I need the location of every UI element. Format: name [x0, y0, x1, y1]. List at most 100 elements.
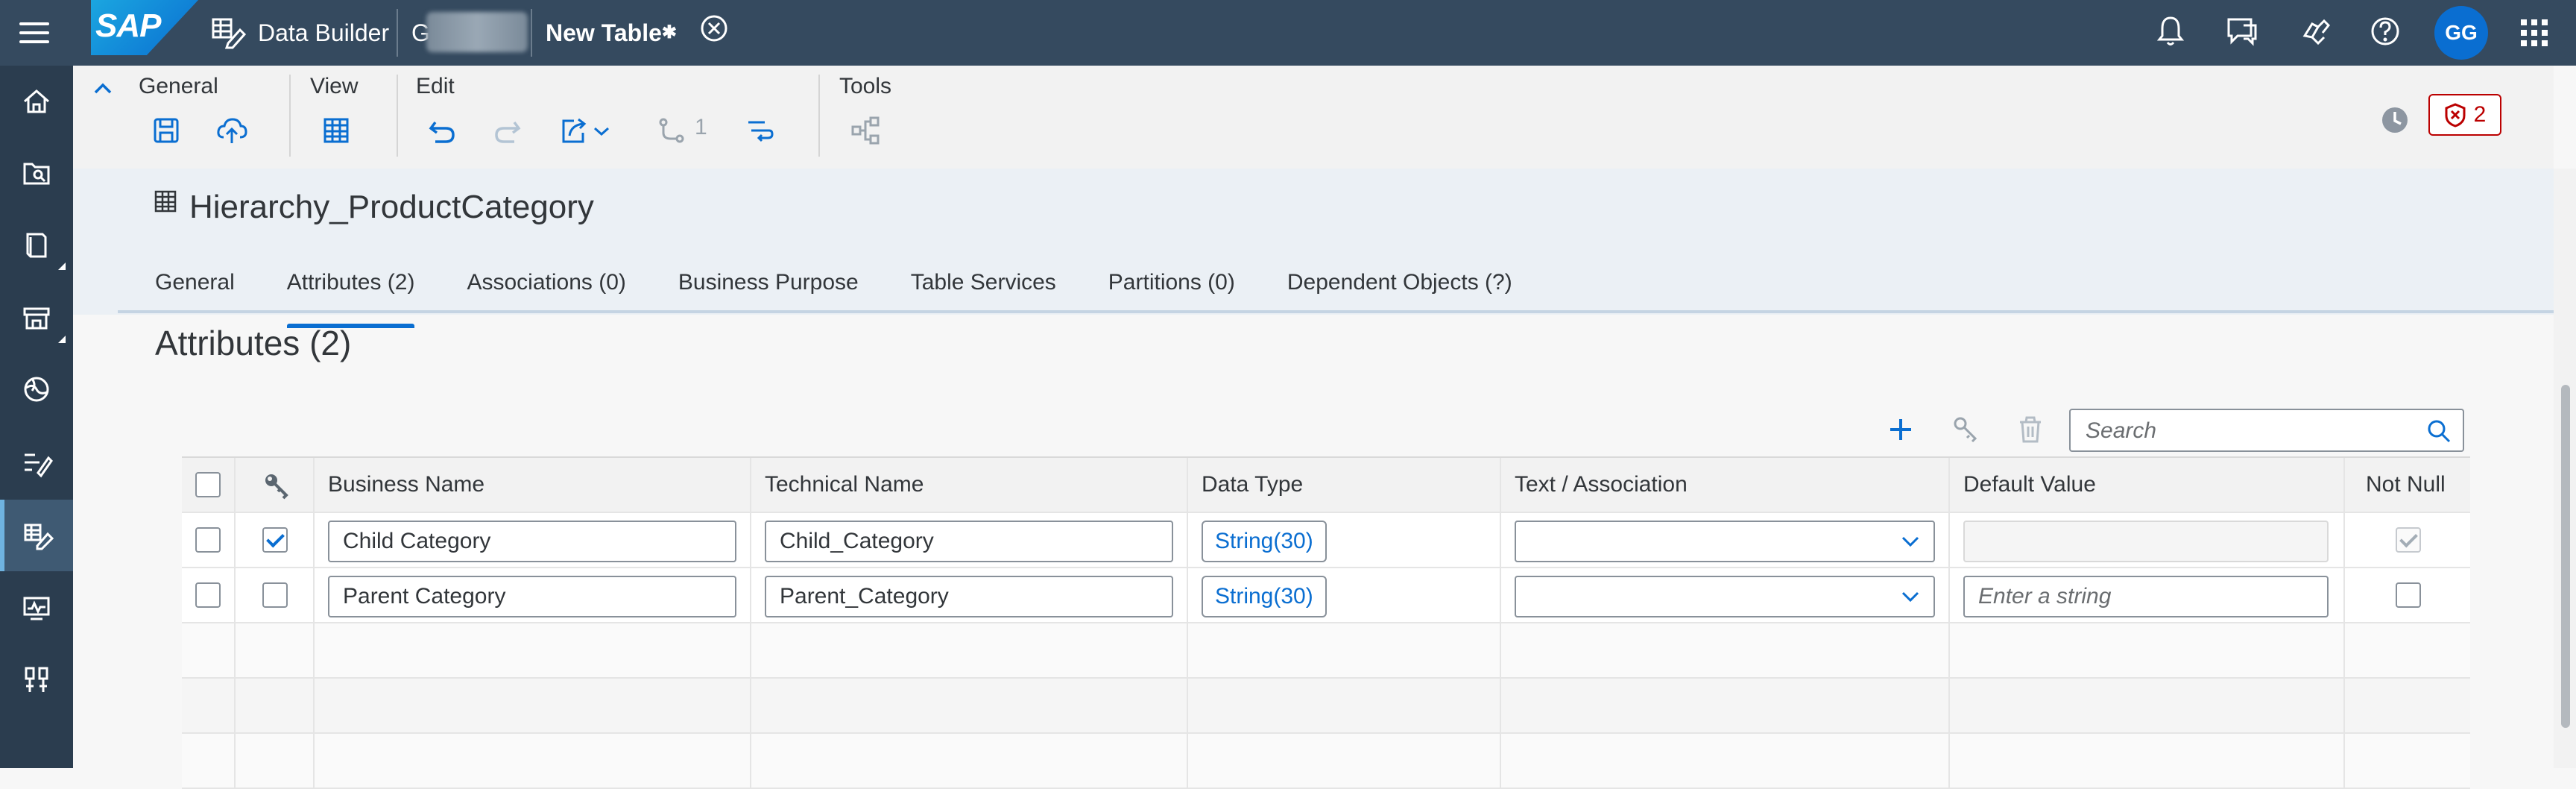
col-default-value[interactable]: Default Value — [1950, 458, 2345, 512]
row-select-checkbox[interactable] — [195, 582, 221, 608]
nav-home[interactable] — [0, 66, 73, 137]
nav-modeling[interactable] — [0, 427, 73, 498]
toolbar-group-general: General — [139, 74, 218, 98]
technical-name-cell: Parent_Category — [751, 568, 1188, 622]
tab-partitions[interactable]: Partitions (0) — [1108, 265, 1235, 315]
col-business-name[interactable]: Business Name — [315, 458, 751, 512]
technical-name-input[interactable]: Child_Category — [765, 521, 1173, 562]
empty-cell — [182, 623, 236, 677]
empty-cell — [1950, 623, 2345, 677]
not-null-checkbox[interactable] — [2396, 582, 2421, 608]
add-attribute-plus-icon[interactable] — [1884, 413, 1917, 446]
business-name-input[interactable]: Child Category — [328, 521, 736, 562]
data-builder-nav-icon — [24, 524, 54, 550]
key-icon — [265, 474, 288, 500]
redo-icon[interactable] — [490, 113, 525, 148]
nav-marketplace[interactable] — [0, 282, 73, 353]
table-row[interactable]: Parent Category Parent_Category String(3… — [182, 568, 2470, 623]
nav-monitor[interactable] — [0, 573, 73, 644]
col-technical-name[interactable]: Technical Name — [751, 458, 1188, 512]
tab-table-services[interactable]: Table Services — [911, 265, 1056, 315]
user-avatar[interactable]: GG — [2434, 6, 2488, 60]
section-title: Attributes (2) — [155, 324, 352, 362]
tab-associations[interactable]: Associations (0) — [467, 265, 625, 315]
text-association-select[interactable] — [1515, 576, 1935, 617]
marketplace-icon — [23, 307, 50, 330]
table-object-icon — [154, 190, 177, 213]
editor-toolbar: General View Edit 1 Tools 2 — [73, 66, 2554, 170]
empty-cell — [1950, 734, 2345, 788]
nav-catalog[interactable] — [0, 137, 73, 209]
nav-connections[interactable] — [0, 644, 73, 716]
attribute-search[interactable] — [2069, 409, 2464, 452]
hierarchy-tree-icon[interactable] — [848, 113, 883, 148]
home-icon — [24, 89, 49, 113]
tab-general[interactable]: General — [155, 265, 235, 315]
close-editor-icon[interactable] — [699, 13, 729, 43]
deploy-cloud-upload-icon[interactable] — [215, 113, 249, 148]
table-row[interactable]: Child Category Child_Category String(30) — [182, 513, 2470, 568]
key-checkbox[interactable] — [262, 582, 288, 608]
data-type-cell: String(30) — [1188, 513, 1501, 567]
key-checkbox[interactable] — [262, 527, 288, 553]
undo-icon[interactable] — [425, 113, 459, 148]
empty-cell — [1188, 623, 1501, 677]
empty-cell — [236, 679, 315, 732]
shell-separator — [531, 9, 532, 57]
scrollbar-thumb[interactable] — [2561, 385, 2570, 728]
save-icon[interactable] — [149, 113, 183, 148]
tab-business-purpose[interactable]: Business Purpose — [678, 265, 859, 315]
search-input[interactable] — [2084, 415, 2400, 447]
nav-data-marketplace[interactable] — [0, 353, 73, 425]
col-text-association-label: Text / Association — [1515, 472, 1688, 497]
support-icon[interactable] — [2297, 13, 2333, 49]
not-null-cell — [2345, 568, 2470, 622]
app-name[interactable]: Data Builder — [258, 15, 389, 51]
search-icon[interactable] — [2425, 418, 2452, 444]
default-value-input[interactable]: Enter a string — [1963, 576, 2329, 617]
nav-data-builder[interactable] — [0, 500, 73, 571]
vertical-scrollbar[interactable] — [2554, 169, 2576, 768]
tab-bar: General Attributes (2) Associations (0) … — [155, 265, 1565, 328]
row-select-checkbox[interactable] — [195, 527, 221, 553]
validation-errors-button[interactable]: 2 — [2428, 94, 2501, 136]
version-history-clock-icon[interactable] — [2376, 101, 2414, 139]
product-switch-icon[interactable] — [2521, 19, 2548, 46]
share-dropdown-chevron-down-icon[interactable] — [590, 113, 613, 148]
technical-name-cell: Child_Category — [751, 513, 1188, 567]
submenu-indicator — [58, 336, 66, 343]
globe-icon — [24, 377, 49, 402]
delete-trash-icon[interactable] — [2014, 413, 2047, 446]
share-export-icon[interactable] — [556, 113, 590, 148]
empty-cell — [1188, 679, 1501, 732]
empty-cell — [315, 734, 751, 788]
hamburger-menu-icon[interactable] — [16, 16, 52, 49]
table-view-icon[interactable] — [319, 113, 353, 148]
notifications-bell-icon[interactable] — [2153, 13, 2188, 49]
data-type-button[interactable]: String(30) — [1202, 521, 1327, 562]
tab-attributes[interactable]: Attributes (2) — [286, 265, 414, 328]
sort-list-icon[interactable] — [742, 113, 777, 148]
technical-name-input[interactable]: Parent_Category — [765, 576, 1173, 617]
impact-count: 1 — [695, 115, 707, 139]
feedback-icon[interactable] — [2224, 13, 2260, 49]
nav-repository[interactable] — [0, 209, 73, 280]
col-text-association[interactable]: Text / Association — [1501, 458, 1950, 512]
business-name-input[interactable]: Parent Category — [328, 576, 736, 617]
row-select-cell — [182, 513, 236, 567]
tabs-divider — [118, 310, 2554, 313]
sap-logo[interactable]: SAP — [91, 0, 198, 55]
help-icon[interactable] — [2367, 13, 2403, 49]
empty-cell — [1950, 679, 2345, 732]
col-not-null[interactable]: Not Null — [2345, 458, 2470, 512]
data-type-button[interactable]: String(30) — [1202, 576, 1327, 617]
empty-cell — [236, 734, 315, 788]
empty-table-row — [182, 679, 2470, 734]
impact-lineage-icon[interactable] — [654, 113, 689, 148]
tab-dependent-objects[interactable]: Dependent Objects (?) — [1287, 265, 1512, 315]
select-all-checkbox[interactable] — [195, 472, 221, 497]
text-association-select[interactable] — [1515, 521, 1935, 562]
col-data-type[interactable]: Data Type — [1188, 458, 1501, 512]
collapse-toolbar-chevron-up-icon[interactable] — [91, 76, 115, 100]
key-settings-icon[interactable] — [1948, 413, 1981, 446]
